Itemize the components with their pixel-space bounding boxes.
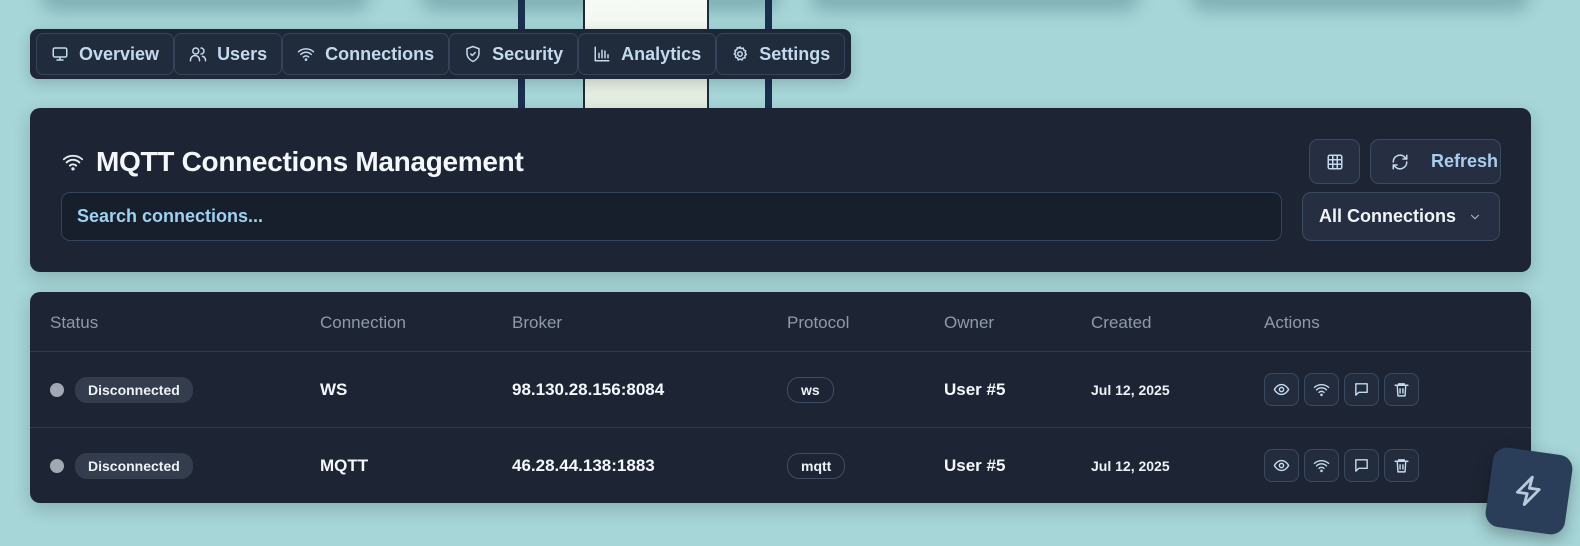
table-row[interactable]: Disconnected MQTT 46.28.44.138:1883 mqtt… [30, 427, 1531, 502]
protocol-badge: ws [787, 376, 834, 403]
table-row[interactable]: Disconnected WS 98.130.28.156:8084 ws Us… [30, 352, 1531, 427]
wifi-icon [297, 48, 315, 61]
column-header-protocol: Protocol [787, 313, 850, 332]
protocol-cell: ws [787, 352, 834, 427]
protocol-cell: mqtt [787, 428, 846, 503]
tab-users[interactable]: Users [174, 33, 283, 75]
column-header-broker: Broker [512, 313, 563, 332]
delete-button[interactable] [1384, 449, 1419, 482]
background-shape [810, 0, 1140, 12]
status-cell: Disconnected [50, 428, 193, 503]
filter-selected-value: All Connections [1319, 206, 1457, 226]
lightning-icon [1515, 475, 1541, 507]
tab-label: Users [217, 43, 268, 64]
connection-name: MQTT [320, 455, 369, 475]
connect-button[interactable] [1304, 373, 1339, 406]
eye-icon [1273, 383, 1290, 396]
refresh-label: Refresh [1431, 151, 1499, 171]
tab-analytics[interactable]: Analytics [578, 33, 717, 75]
gear-icon [733, 46, 748, 61]
tab-security[interactable]: Security [449, 33, 579, 75]
connections-header-card: MQTT Connections Management Refresh All … [30, 108, 1531, 272]
refresh-button[interactable]: Refresh [1370, 139, 1501, 184]
owner: User #5 [944, 455, 1006, 475]
column-header-created: Created [1091, 313, 1152, 332]
column-header-owner: Owner [944, 313, 995, 332]
status-dot [50, 382, 64, 397]
message-icon [1355, 383, 1368, 396]
wifi-icon [62, 154, 84, 171]
wifi-icon [1313, 383, 1330, 397]
message-icon [1355, 459, 1368, 472]
background-shape [40, 0, 370, 12]
messages-button[interactable] [1344, 449, 1379, 482]
protocol-badge: mqtt [787, 452, 846, 479]
messages-button[interactable] [1344, 373, 1379, 406]
eye-icon [1273, 459, 1290, 472]
tab-label: Connections [325, 43, 435, 64]
status-cell: Disconnected [50, 352, 193, 427]
quick-action-button[interactable] [1483, 445, 1575, 537]
status-dot [50, 458, 64, 473]
tab-label: Overview [79, 43, 160, 64]
column-header-status: Status [50, 313, 99, 332]
row-actions [1264, 352, 1419, 427]
page-title: MQTT Connections Management [96, 146, 524, 177]
users-icon [189, 47, 207, 62]
background-shape [1190, 0, 1530, 12]
title-row: MQTT Connections Management [62, 146, 524, 178]
connection-filter-select[interactable]: All Connections [1302, 192, 1500, 241]
main-tabs: Overview Users Connections Security Anal… [30, 29, 852, 79]
chevron-down-icon [1470, 214, 1480, 219]
trash-icon [1394, 459, 1409, 473]
broker-address: 98.130.28.156:8084 [512, 379, 665, 399]
bar-chart-icon [594, 46, 610, 62]
status-badge: Disconnected [75, 452, 193, 479]
column-header-actions: Actions [1264, 313, 1320, 332]
wifi-icon [1313, 459, 1330, 473]
tab-settings[interactable]: Settings [716, 33, 846, 75]
tab-label: Settings [759, 43, 831, 64]
tab-label: Analytics [621, 43, 702, 64]
monitor-icon [52, 47, 68, 61]
tab-label: Security [492, 43, 564, 64]
search-input[interactable] [61, 192, 1282, 241]
delete-button[interactable] [1384, 373, 1419, 406]
connect-button[interactable] [1304, 449, 1339, 482]
table-header: Status Connection Broker Protocol Owner … [30, 292, 1531, 352]
connections-table: Status Connection Broker Protocol Owner … [30, 292, 1531, 503]
tab-overview[interactable]: Overview [36, 33, 175, 75]
view-button[interactable] [1264, 373, 1299, 406]
created-date: Jul 12, 2025 [1091, 381, 1170, 398]
connection-name: WS [320, 379, 348, 399]
trash-icon [1394, 383, 1409, 397]
status-badge: Disconnected [75, 376, 193, 403]
refresh-icon [1392, 154, 1408, 169]
view-button[interactable] [1264, 449, 1299, 482]
grid-icon [1327, 154, 1342, 169]
created-date: Jul 12, 2025 [1091, 457, 1170, 474]
owner: User #5 [944, 379, 1006, 399]
grid-view-button[interactable] [1309, 139, 1360, 184]
shield-icon [466, 45, 480, 63]
row-actions [1264, 428, 1419, 503]
column-header-connection: Connection [320, 313, 407, 332]
broker-address: 46.28.44.138:1883 [512, 455, 655, 475]
tab-connections[interactable]: Connections [282, 33, 450, 75]
